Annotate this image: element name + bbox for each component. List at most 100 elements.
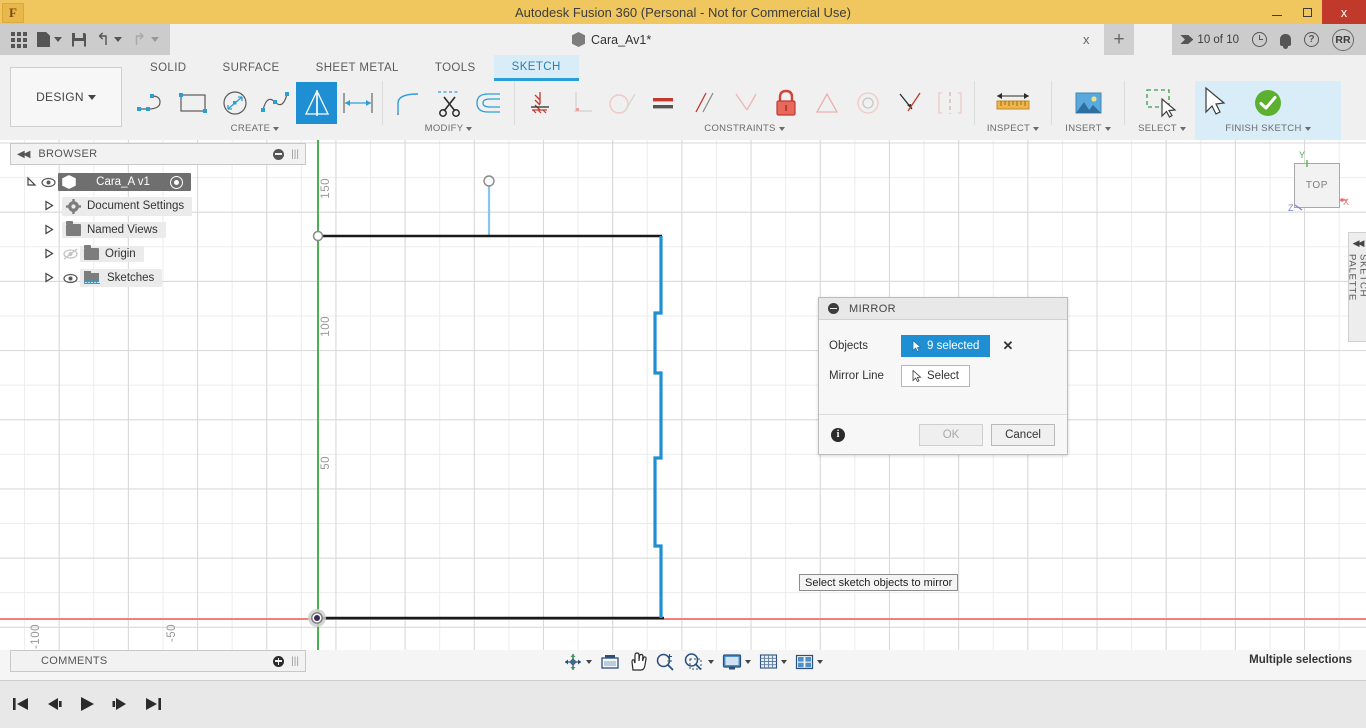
job-status[interactable]: 10 of 10 — [1180, 33, 1239, 46]
avatar[interactable]: RR — [1332, 28, 1354, 51]
jump-to-end-button[interactable] — [140, 689, 166, 719]
visibility-eye-off-icon[interactable] — [60, 248, 80, 260]
fix-unfix-constraint[interactable] — [519, 82, 560, 124]
sidebar-item-sketches[interactable]: Sketches — [80, 269, 163, 287]
save-icon[interactable] — [67, 24, 91, 55]
spline-tool[interactable] — [255, 82, 296, 124]
perpendicular-constraint[interactable] — [560, 82, 601, 124]
measure-tool[interactable] — [993, 82, 1034, 124]
jump-to-beginning-button[interactable] — [8, 689, 34, 719]
browser-minimize-icon[interactable] — [273, 148, 285, 160]
tree-row-document-settings[interactable]: Document Settings — [10, 194, 306, 218]
comments-grip-icon[interactable]: ||| — [291, 656, 299, 667]
lock-constraint[interactable] — [765, 82, 806, 124]
orbit-icon[interactable] — [560, 648, 595, 675]
help-icon[interactable]: ? — [1304, 32, 1319, 47]
mirror-tool[interactable] — [296, 82, 337, 124]
mirror-dialog-header[interactable]: MIRROR — [819, 298, 1067, 320]
activate-component-radio[interactable] — [170, 175, 183, 189]
pan-icon[interactable] — [625, 648, 650, 675]
sidebar-item-named-views[interactable]: Named Views — [62, 221, 166, 238]
objects-selection-button[interactable]: 9 selected — [901, 335, 991, 357]
cancel-button[interactable]: Cancel — [991, 423, 1055, 446]
visibility-eye-icon[interactable] — [38, 177, 58, 188]
redo-icon[interactable]: ↱ — [127, 24, 163, 55]
curvature-constraint[interactable] — [888, 82, 929, 124]
maximize-button[interactable] — [1292, 0, 1322, 24]
tangent-constraint[interactable] — [601, 82, 642, 124]
info-icon[interactable]: i — [831, 427, 845, 442]
expander-icon[interactable] — [42, 199, 56, 213]
equal-constraint[interactable] — [642, 82, 683, 124]
grid-snaps-icon[interactable] — [756, 648, 790, 675]
expander-icon[interactable] — [42, 271, 56, 285]
offset-tool[interactable] — [469, 82, 510, 124]
trim-tool[interactable] — [428, 82, 469, 124]
document-tab-close-icon[interactable]: x — [1083, 32, 1090, 47]
tree-row-named-views[interactable]: Named Views — [10, 218, 306, 242]
palette-expand-icon[interactable]: ◀◀ — [1353, 238, 1365, 249]
play-button[interactable] — [74, 689, 100, 719]
new-tab-button[interactable]: + — [1104, 24, 1134, 55]
collinear-constraint[interactable] — [929, 82, 970, 124]
undo-icon[interactable]: ↰ — [91, 24, 127, 55]
sidebar-item-document-settings[interactable]: Document Settings — [62, 196, 193, 216]
clock-icon[interactable] — [1252, 32, 1267, 47]
close-button[interactable]: x — [1322, 0, 1366, 24]
symmetry-constraint[interactable] — [806, 82, 847, 124]
select-tool[interactable] — [1142, 82, 1183, 124]
tab-tools[interactable]: TOOLS — [417, 55, 494, 81]
concentric-constraint[interactable] — [847, 82, 888, 124]
tab-sheet-metal[interactable]: SHEET METAL — [298, 55, 417, 81]
clear-objects-selection-icon[interactable]: ✕ — [1002, 338, 1013, 354]
viewports-icon[interactable] — [792, 648, 826, 675]
sketch-dimension-tool[interactable] — [337, 82, 378, 124]
expander-icon[interactable] — [42, 247, 56, 261]
display-settings-icon[interactable] — [719, 648, 754, 675]
comments-panel-header[interactable]: COMMENTS ||| — [10, 650, 306, 672]
rectangle-tool[interactable] — [173, 82, 214, 124]
parallel-constraint[interactable] — [683, 82, 724, 124]
tab-surface[interactable]: SURFACE — [205, 55, 298, 81]
visibility-eye-icon[interactable] — [60, 273, 80, 284]
comments-title: COMMENTS — [41, 655, 108, 667]
expander-icon[interactable] — [42, 223, 56, 237]
ok-button[interactable]: OK — [919, 423, 983, 446]
tab-sketch[interactable]: SKETCH — [493, 55, 579, 81]
browser-grip-icon[interactable]: ||| — [291, 149, 299, 160]
workspace-selector[interactable]: DESIGN — [10, 67, 122, 127]
mirror-line-selection-button[interactable]: Select — [901, 365, 970, 387]
zoom-icon[interactable] — [652, 648, 678, 675]
view-cube[interactable]: TOP — [1294, 163, 1340, 208]
line-tool[interactable] — [132, 82, 173, 124]
cursor-icon — [912, 340, 922, 352]
y-axis-label-150: 150 — [320, 178, 332, 199]
zoom-window-icon[interactable] — [680, 648, 717, 675]
sidebar-item-origin[interactable]: Origin — [80, 245, 144, 262]
mirror-dialog: MIRROR Objects 9 selected ✕ Mirror Line — [818, 297, 1068, 455]
tree-row-component[interactable]: Cara_A v1 — [10, 170, 306, 194]
fillet-tool[interactable] — [387, 82, 428, 124]
midpoint-constraint[interactable] — [724, 82, 765, 124]
sketch-palette-tab[interactable]: ◀◀ SKETCH PALETTE — [1347, 232, 1366, 342]
document-tab[interactable]: Cara_Av1* — [560, 24, 664, 55]
app-grid-icon[interactable] — [6, 24, 32, 55]
tree-row-origin[interactable]: Origin — [10, 242, 306, 266]
add-comment-icon[interactable] — [273, 655, 285, 667]
panel-modify-label: MODIFY — [425, 123, 473, 134]
look-at-icon[interactable] — [597, 648, 623, 675]
finish-sketch-tool[interactable] — [1248, 82, 1289, 124]
expander-icon[interactable] — [24, 176, 38, 189]
browser-collapse-icon[interactable]: ◀◀ — [17, 149, 30, 160]
step-backward-button[interactable] — [41, 689, 67, 719]
tab-solid[interactable]: SOLID — [132, 55, 205, 81]
insert-image-tool[interactable] — [1068, 82, 1109, 124]
tree-row-sketches[interactable]: Sketches — [10, 266, 306, 290]
sidebar-item-cara-a[interactable]: Cara_A v1 — [58, 173, 191, 191]
dialog-collapse-icon[interactable] — [828, 303, 839, 314]
step-forward-button[interactable] — [107, 689, 133, 719]
bell-icon[interactable] — [1280, 33, 1291, 49]
new-document-icon[interactable] — [32, 24, 67, 55]
circle-tool[interactable] — [214, 82, 255, 124]
minimize-button[interactable] — [1262, 0, 1292, 24]
